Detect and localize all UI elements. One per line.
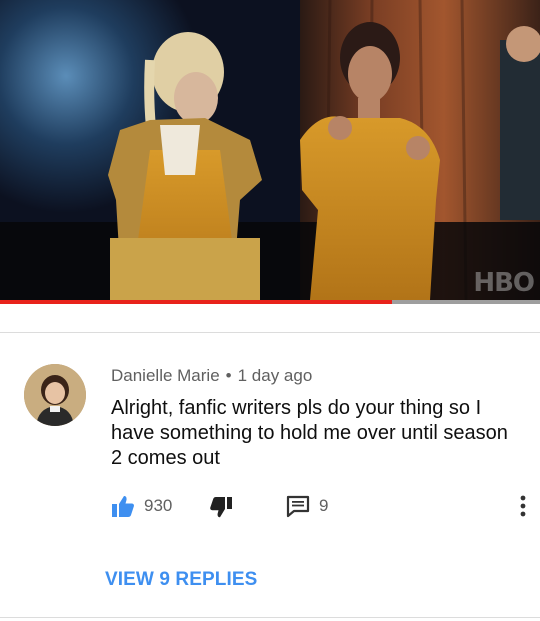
dislike-button[interactable]: [209, 493, 233, 519]
more-options-button[interactable]: [519, 495, 527, 522]
avatar[interactable]: [24, 364, 86, 426]
view-replies-link[interactable]: VIEW 9 REPLIES: [105, 569, 257, 591]
avatar-image: [24, 364, 86, 426]
comment-meta: Danielle Marie • 1 day ago: [111, 366, 312, 386]
comment-actions: 930 9: [111, 493, 526, 519]
hbo-watermark: HBO: [473, 268, 535, 298]
reply-button[interactable]: 9: [286, 493, 328, 519]
like-button[interactable]: 930: [111, 493, 172, 519]
video-progress-fill: [0, 300, 393, 304]
reply-count: 9: [319, 496, 329, 515]
divider: [0, 332, 540, 333]
more-vertical-icon: [520, 495, 526, 517]
video-progress-bar[interactable]: [0, 300, 540, 304]
comment-time: 1 day ago: [237, 366, 313, 385]
like-count: 930: [144, 496, 173, 515]
comment-author[interactable]: Danielle Marie: [111, 366, 220, 385]
video-player[interactable]: HBO: [0, 0, 540, 304]
divider: [0, 617, 540, 618]
comment-icon: [286, 495, 310, 518]
video-frame: [0, 0, 540, 304]
thumbs-down-icon: [210, 497, 232, 518]
comment-text: Alright, fanfic writers pls do your thin…: [111, 397, 508, 469]
thumbs-up-icon: [112, 496, 134, 517]
meta-separator: •: [225, 366, 232, 385]
